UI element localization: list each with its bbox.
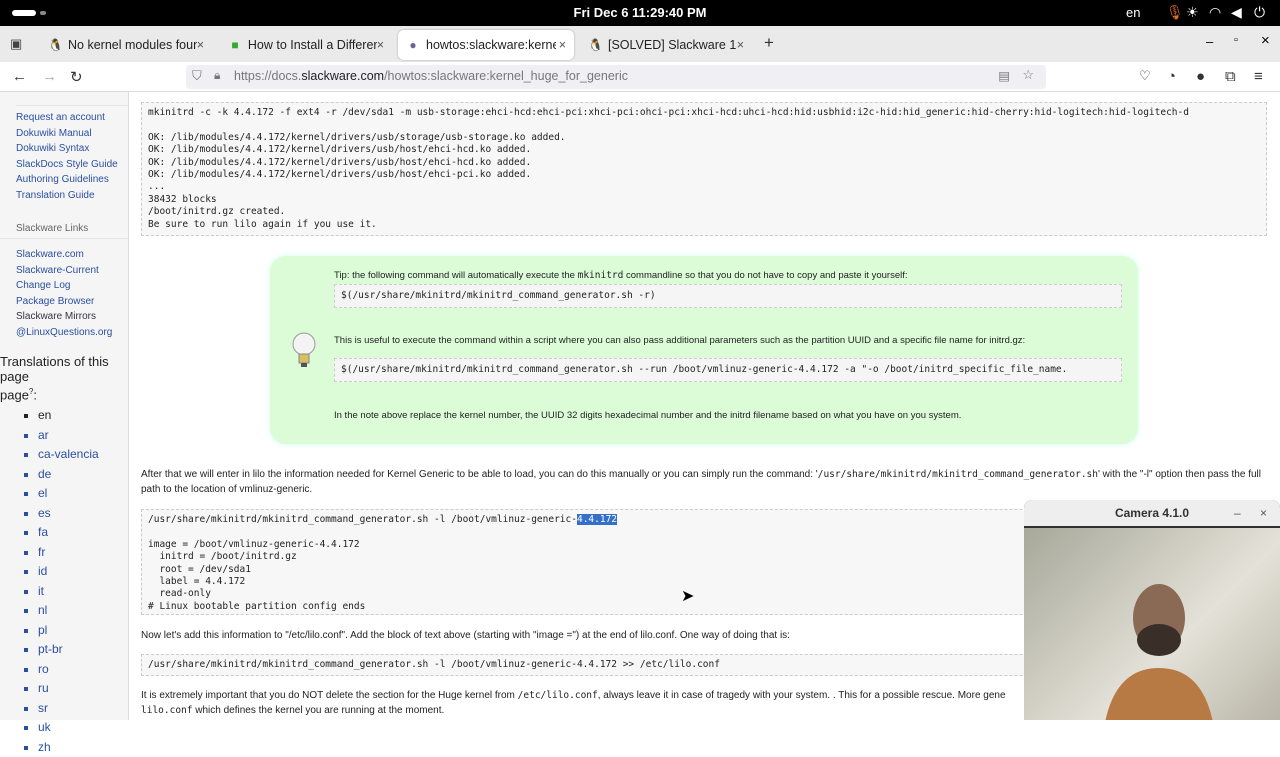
sidebar-tool-link[interactable]: Translation Guide xyxy=(0,188,128,204)
tools-links: Request an account Dokuwiki Manual Dokuwik… xyxy=(0,110,128,203)
tux-icon: 🐧 xyxy=(48,38,63,52)
sidebar-slackware-link[interactable]: @LinuxQuestions.org xyxy=(0,325,128,341)
system-top-bar: Fri Dec 6 11:29:40 PM en 🎙 ☀ ◠ ◀ ⏻ xyxy=(0,0,1280,26)
generator-command-code: $(/usr/share/mkinitrd/mkinitrd_command_g… xyxy=(334,284,1122,309)
language-link-ro[interactable]: ro xyxy=(38,660,128,680)
bookmark-star-icon[interactable]: ☆ xyxy=(1022,67,1034,83)
close-window-icon[interactable]: × xyxy=(1261,32,1270,49)
sidebar: Request an account Dokuwiki Manual Dokuwik… xyxy=(0,92,129,754)
minimize-icon[interactable]: – xyxy=(1206,34,1213,49)
person-image xyxy=(1105,584,1213,720)
new-tab-icon[interactable]: + xyxy=(764,33,774,53)
sidebar-tool-link[interactable]: Dokuwiki Syntax xyxy=(0,141,128,157)
links-header: Slackware Links xyxy=(0,223,128,239)
language-link-fr[interactable]: fr xyxy=(38,543,128,563)
language-link-pl[interactable]: pl xyxy=(38,621,128,641)
volume-icon[interactable]: ◀ xyxy=(1231,4,1242,21)
url-bar[interactable]: ⛉ 🔒︎ https://docs.slackware.com/howtos:s… xyxy=(186,65,1046,89)
sidebar-slackware-link[interactable]: Slackware.com xyxy=(0,247,128,263)
sync-icon[interactable]: ◔ xyxy=(1167,68,1176,85)
night-light-icon[interactable]: ☀ xyxy=(1186,4,1199,21)
close-tab-icon[interactable]: × xyxy=(737,38,744,52)
selected-text: 4.4.172 xyxy=(576,514,618,525)
reader-view-icon[interactable]: ▤ xyxy=(998,68,1010,83)
language-link-ar[interactable]: ar xyxy=(38,426,128,446)
language-link-uk[interactable]: uk xyxy=(38,718,128,738)
lock-icon[interactable]: 🔒︎ xyxy=(214,68,220,83)
close-tab-icon[interactable]: × xyxy=(197,38,204,52)
tab-3[interactable]: 🐧 [SOLVED] Slackware 15 (× xyxy=(580,30,752,60)
microphone-icon[interactable]: 🎙 xyxy=(1166,4,1184,21)
tip-note: Tip: the following command will automati… xyxy=(270,256,1138,444)
shield-icon[interactable]: ⛉ xyxy=(192,68,202,84)
close-tab-icon[interactable]: × xyxy=(377,38,384,52)
wifi-icon[interactable]: ◠ xyxy=(1209,4,1221,21)
green-page-icon: ■ xyxy=(231,38,239,52)
tab-1[interactable]: ■ How to Install a Different × xyxy=(220,30,392,60)
after-that-paragraph: After that we will enter in lilo the inf… xyxy=(141,469,1261,495)
language-link-nl[interactable]: nl xyxy=(38,601,128,621)
language-link-ca-valencia[interactable]: ca-valencia xyxy=(38,445,128,465)
tab-bar: ▣ 🐧 No kernel modules found × ■ How to Inst… xyxy=(0,26,1280,62)
tab-list-icon[interactable]: ▣ xyxy=(10,36,22,52)
menu-icon[interactable]: ≡ xyxy=(1254,68,1263,85)
minimize-icon[interactable]: – xyxy=(1234,500,1241,526)
camera-window: Camera 4.1.0 – × xyxy=(1024,500,1280,720)
camera-titlebar[interactable]: Camera 4.1.0 – × xyxy=(1024,500,1280,526)
language-link-de[interactable]: de xyxy=(38,465,128,485)
camera-video-feed xyxy=(1024,528,1280,720)
tip-text: Tip: the following command will automati… xyxy=(334,270,908,281)
language-link-it[interactable]: it xyxy=(38,582,128,602)
keyboard-language[interactable]: en xyxy=(1126,5,1140,20)
tux-icon: 🐧 xyxy=(588,38,603,52)
replace-note-text: In the note above replace the kernel num… xyxy=(334,410,962,421)
sidebar-tool-link[interactable]: Request an account xyxy=(0,110,128,126)
sidebar-tool-link[interactable]: SlackDocs Style Guide xyxy=(0,157,128,173)
mouse-cursor-icon: ➤ xyxy=(681,588,695,605)
close-tab-icon[interactable]: × xyxy=(559,38,566,52)
language-link-id[interactable]: id xyxy=(38,562,128,582)
useful-text: This is useful to execute the command wi… xyxy=(334,335,1026,346)
sidebar-tool-link[interactable]: Authoring Guidelines xyxy=(0,172,128,188)
language-link-fa[interactable]: fa xyxy=(38,523,128,543)
sidebar-slackware-link[interactable]: Package Browser xyxy=(0,294,128,310)
translations-title: Translations of this page page?: xyxy=(0,354,109,403)
close-icon[interactable]: × xyxy=(1260,500,1267,526)
language-list: enarca-valenciadeelesfafriditnlplpt-brro… xyxy=(0,406,128,757)
sidebar-slackware-link[interactable]: Slackware-Current Change Log xyxy=(0,263,100,294)
slackware-icon: ● xyxy=(409,38,417,52)
language-link-sr[interactable]: sr xyxy=(38,699,128,719)
lightbulb-icon xyxy=(292,332,316,367)
tab-0[interactable]: 🐧 No kernel modules found × xyxy=(40,30,212,60)
navigation-bar: ← → ↻ ⛉ 🔒︎ https://docs.slackware.com/ho… xyxy=(0,62,1280,92)
language-link-pt-br[interactable]: pt-br xyxy=(38,640,128,660)
maximize-icon[interactable]: ▫ xyxy=(1234,34,1238,46)
mkinitrd-output-code: mkinitrd -c -k 4.4.172 -f ext4 -r /dev/s… xyxy=(141,102,1267,236)
language-link-zh[interactable]: zh xyxy=(38,738,128,757)
generator-run-command-code: $(/usr/share/mkinitrd/mkinitrd_command_g… xyxy=(334,358,1122,383)
language-link-ru[interactable]: ru xyxy=(38,679,128,699)
tab-2[interactable]: ● howtos:slackware:kernel × xyxy=(398,30,574,60)
back-icon[interactable]: ← xyxy=(12,68,27,85)
account-icon[interactable]: ● xyxy=(1196,68,1205,85)
sidebar-slackware-link[interactable]: Slackware Mirrors xyxy=(0,309,128,325)
sidebar-tool-link[interactable]: Dokuwiki Manual xyxy=(0,126,128,142)
language-link-el[interactable]: el xyxy=(38,484,128,504)
language-link-en[interactable]: en xyxy=(38,406,128,426)
extensions-icon[interactable]: ⧉ xyxy=(1225,68,1236,85)
power-icon[interactable]: ⏻ xyxy=(1254,4,1265,21)
language-link-es[interactable]: es xyxy=(38,504,128,524)
clock[interactable]: Fri Dec 6 11:29:40 PM xyxy=(0,5,1280,20)
forward-icon[interactable]: → xyxy=(42,68,57,85)
reload-icon[interactable]: ↻ xyxy=(70,68,83,86)
pocket-icon[interactable]: ♡ xyxy=(1139,68,1151,84)
slackware-links: Slackware.com Slackware-Current Change Lo… xyxy=(0,247,128,340)
